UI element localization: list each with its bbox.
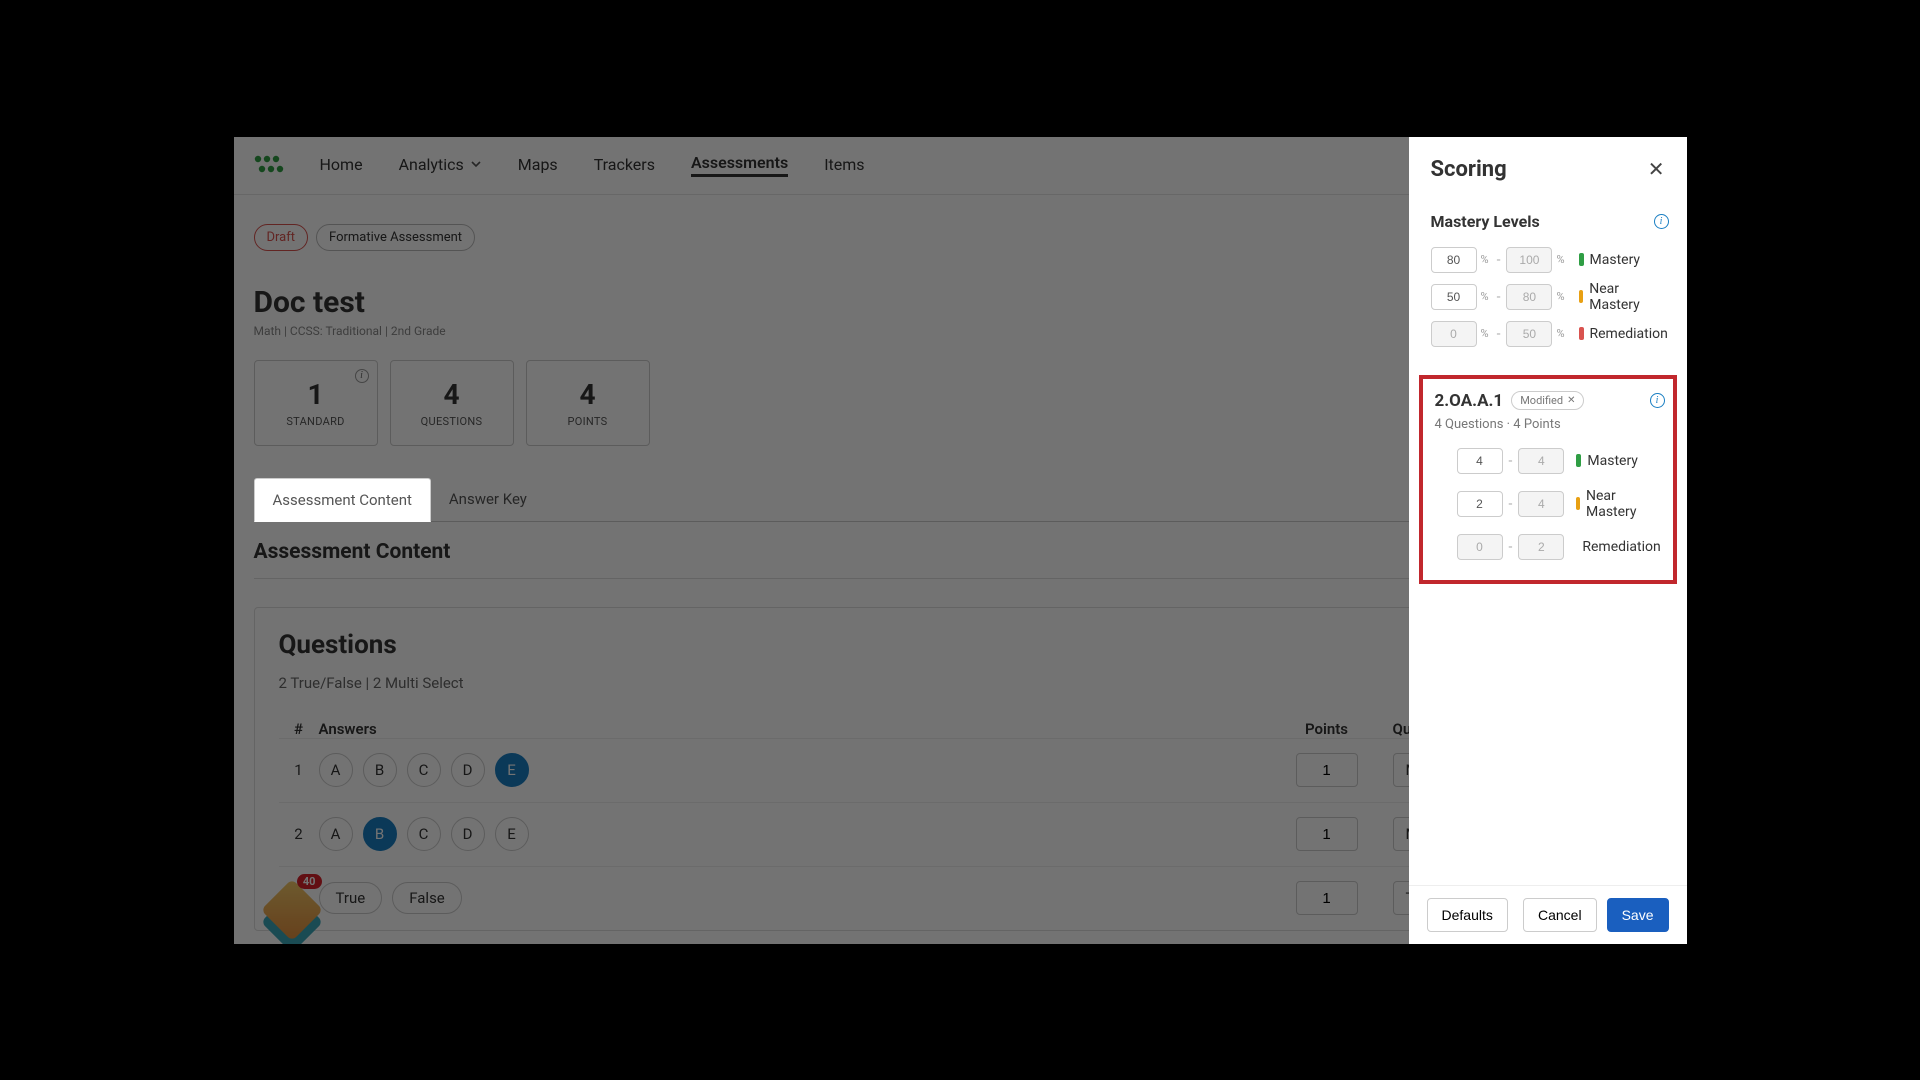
mastery-level-row: %-%Mastery bbox=[1409, 243, 1687, 277]
level-name: Remediation bbox=[1590, 326, 1668, 342]
info-icon[interactable]: i bbox=[1654, 214, 1669, 229]
dash: - bbox=[1497, 252, 1501, 268]
level-to-input bbox=[1518, 491, 1564, 517]
level-from-input[interactable] bbox=[1431, 284, 1477, 310]
modified-badge-label: Modified bbox=[1520, 394, 1563, 407]
percent-label: % bbox=[1556, 327, 1564, 340]
save-button[interactable]: Save bbox=[1607, 898, 1669, 932]
dash: - bbox=[1497, 326, 1501, 342]
mastery-level-row: - Remediation bbox=[1435, 530, 1665, 564]
level-color-icon bbox=[1579, 327, 1584, 340]
level-from-input[interactable] bbox=[1457, 448, 1503, 474]
percent-label: % bbox=[1481, 290, 1489, 303]
modified-badge[interactable]: Modified ✕ bbox=[1511, 391, 1584, 410]
level-name: Mastery bbox=[1587, 453, 1638, 469]
mastery-levels-title: Mastery Levels bbox=[1431, 212, 1540, 231]
level-to-input bbox=[1506, 321, 1552, 347]
level-from-input[interactable] bbox=[1431, 247, 1477, 273]
info-icon[interactable]: i bbox=[1650, 393, 1665, 408]
level-color-icon bbox=[1579, 253, 1584, 266]
dash: - bbox=[1509, 539, 1513, 555]
level-from-input bbox=[1457, 534, 1503, 560]
level-name: Remediation bbox=[1582, 539, 1660, 555]
mastery-level-row: %-%Near Mastery bbox=[1409, 277, 1687, 317]
dash: - bbox=[1509, 453, 1513, 469]
percent-label: % bbox=[1481, 327, 1489, 340]
mastery-level-row: - Near Mastery bbox=[1435, 484, 1665, 524]
dash: - bbox=[1509, 496, 1513, 512]
level-color-icon bbox=[1576, 454, 1581, 467]
defaults-button[interactable]: Defaults bbox=[1427, 898, 1508, 932]
scoring-panel: Scoring ✕ Mastery Levels i %-%Mastery%-%… bbox=[1409, 137, 1687, 944]
level-to-input bbox=[1518, 448, 1564, 474]
level-color-icon bbox=[1579, 290, 1584, 303]
standard-code: 2.OA.A.1 bbox=[1435, 391, 1504, 411]
cancel-button[interactable]: Cancel bbox=[1523, 898, 1597, 932]
standard-sub: 4 Questions · 4 Points bbox=[1435, 417, 1665, 432]
close-icon[interactable]: ✕ bbox=[1644, 157, 1669, 181]
level-color-icon bbox=[1576, 497, 1580, 510]
mastery-level-row: - Mastery bbox=[1435, 444, 1665, 478]
level-to-input bbox=[1518, 534, 1564, 560]
mastery-level-row: %-%Remediation bbox=[1409, 317, 1687, 351]
tab-content[interactable]: Assessment Content bbox=[254, 478, 431, 522]
level-name: Near Mastery bbox=[1589, 281, 1668, 313]
level-name: Mastery bbox=[1590, 252, 1641, 268]
panel-title: Scoring bbox=[1431, 157, 1507, 182]
level-from-input[interactable] bbox=[1457, 491, 1503, 517]
close-icon: ✕ bbox=[1567, 395, 1575, 406]
percent-label: % bbox=[1481, 253, 1489, 266]
dash: - bbox=[1497, 289, 1501, 305]
level-from-input bbox=[1431, 321, 1477, 347]
level-name: Near Mastery bbox=[1586, 488, 1647, 520]
level-to-input bbox=[1506, 284, 1552, 310]
percent-label: % bbox=[1556, 290, 1564, 303]
standard-card: 2.OA.A.1 Modified ✕ i 4 Questions · 4 Po… bbox=[1419, 375, 1677, 584]
level-to-input bbox=[1506, 247, 1552, 273]
percent-label: % bbox=[1556, 253, 1564, 266]
